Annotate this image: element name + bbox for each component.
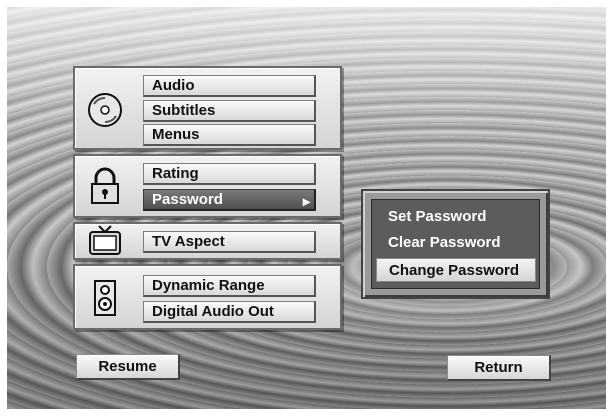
return-button[interactable]: Return <box>447 355 551 381</box>
menu-item-tv-aspect[interactable]: TV Aspect <box>143 231 316 253</box>
menu-item-password[interactable]: Password ▸ <box>143 189 316 211</box>
resume-button[interactable]: Resume <box>76 354 180 380</box>
padlock-icon <box>83 166 127 206</box>
parental-control-panel: Rating Password ▸ <box>73 154 342 218</box>
speaker-icon <box>83 278 127 318</box>
menu-item-dynamic-range[interactable]: Dynamic Range <box>143 275 316 297</box>
menu-item-menus[interactable]: Menus <box>143 124 316 146</box>
menu-item-digital-audio-out[interactable]: Digital Audio Out <box>143 301 316 323</box>
password-submenu-list: Set Password Clear Password Change Passw… <box>371 199 540 289</box>
submenu-item-change-password[interactable]: Change Password <box>376 258 536 282</box>
audio-output-panel: Dynamic Range Digital Audio Out <box>73 264 342 330</box>
menu-item-rating[interactable]: Rating <box>143 163 316 185</box>
display-settings-panel: TV Aspect <box>73 222 342 260</box>
submenu-item-set-password[interactable]: Set Password <box>376 205 536 229</box>
menu-item-audio[interactable]: Audio <box>143 75 316 97</box>
disc-icon <box>83 90 127 130</box>
menu-item-password-label: Password <box>152 191 223 208</box>
password-submenu: Set Password Clear Password Change Passw… <box>361 189 550 299</box>
submenu-item-clear-password[interactable]: Clear Password <box>376 231 536 255</box>
tv-icon <box>83 222 127 260</box>
audio-settings-panel: Audio Subtitles Menus <box>73 66 342 150</box>
menu-item-subtitles[interactable]: Subtitles <box>143 100 316 122</box>
chevron-right-icon: ▸ <box>302 193 310 209</box>
